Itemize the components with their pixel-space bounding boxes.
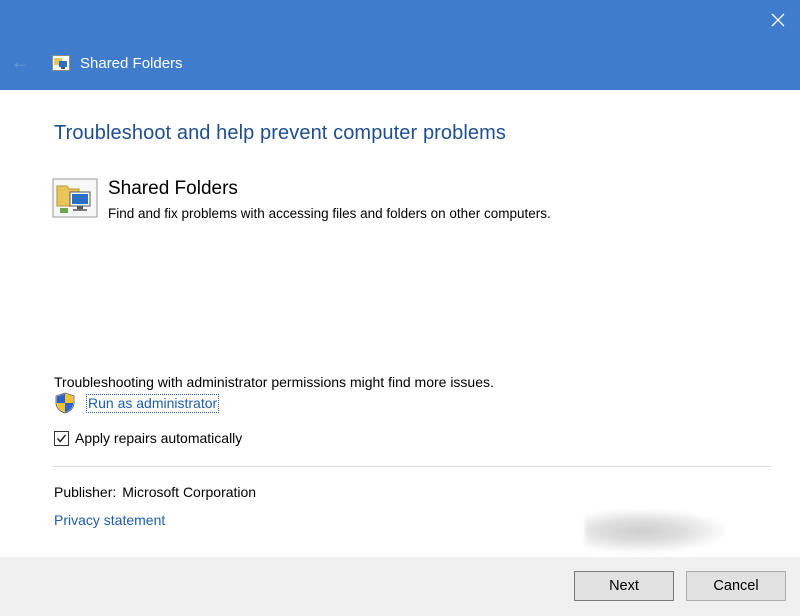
checkmark-icon [56, 434, 67, 443]
shared-folders-icon [52, 178, 98, 218]
apply-repairs-checkbox[interactable] [54, 430, 69, 446]
shared-folders-icon [52, 55, 70, 71]
title-bar: ← Shared Folders [0, 0, 800, 90]
publisher-label: Publisher: [54, 484, 117, 500]
publisher-info: Publisher: Microsoft Corporation [54, 484, 256, 500]
close-icon[interactable] [758, 2, 798, 38]
troubleshooter-window: ← Shared Folders Troubleshoot and help p… [0, 0, 800, 616]
item-description: Find and fix problems with accessing fil… [108, 206, 551, 221]
blurred-watermark [585, 510, 725, 552]
item-title: Shared Folders [108, 178, 238, 199]
run-as-administrator-link[interactable]: Run as administrator [54, 392, 220, 414]
page-title: Troubleshoot and help prevent computer p… [54, 122, 506, 144]
apply-repairs-label[interactable]: Apply repairs automatically [75, 430, 242, 446]
apply-repairs-checkbox-row[interactable]: Apply repairs automatically [54, 430, 242, 446]
divider [52, 466, 772, 467]
uac-shield-icon [55, 392, 75, 414]
next-button[interactable]: Next [574, 571, 674, 601]
publisher-value: Microsoft Corporation [122, 484, 257, 500]
back-arrow-icon[interactable]: ← [8, 52, 32, 72]
privacy-statement-link[interactable]: Privacy statement [54, 512, 165, 528]
admin-note: Troubleshooting with administrator permi… [54, 374, 494, 390]
footer-bar: Next Cancel [0, 557, 800, 616]
run-as-administrator-label[interactable]: Run as administrator [86, 393, 220, 413]
cancel-button[interactable]: Cancel [686, 571, 786, 601]
window-title: Shared Folders [80, 55, 183, 72]
